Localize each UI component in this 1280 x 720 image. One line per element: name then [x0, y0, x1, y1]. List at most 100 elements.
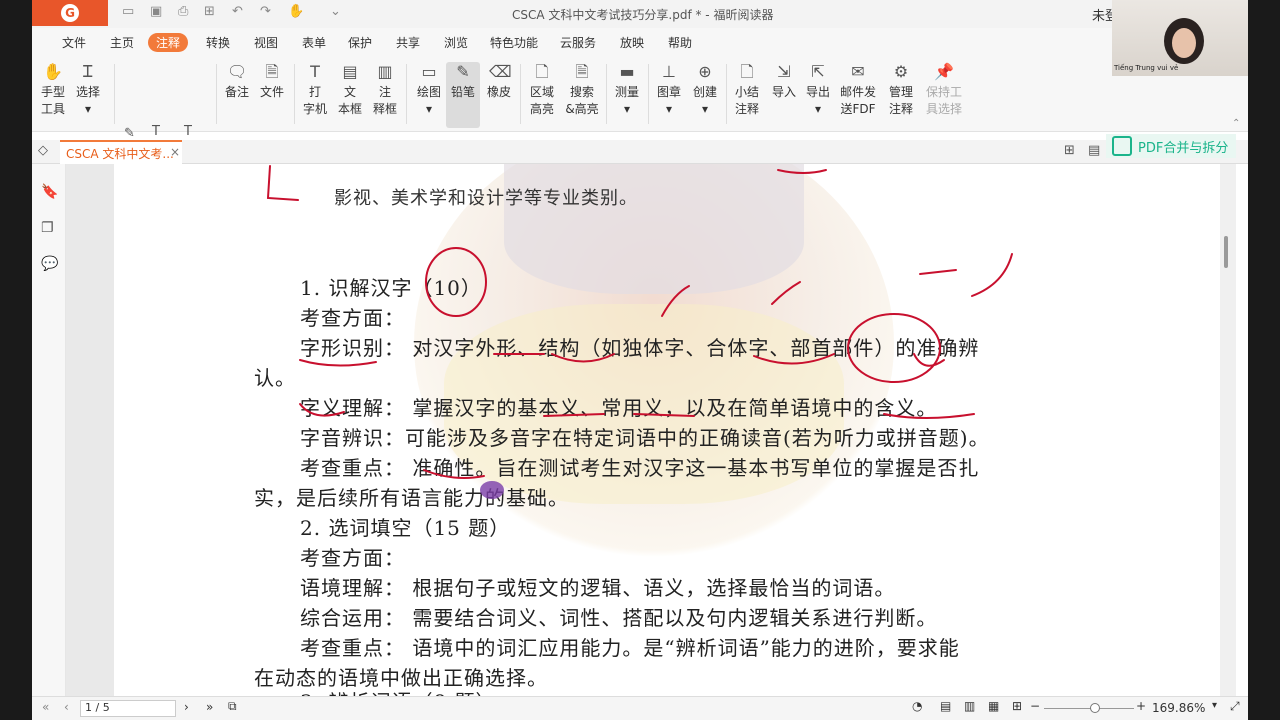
search-highlight-button[interactable]: 🗎 搜索 &高亮 [562, 62, 602, 118]
select-text-icon: Ꮖ [82, 62, 94, 81]
note-button[interactable]: 🗨 备注 [224, 62, 250, 101]
ruler-icon: ▬ [619, 62, 635, 81]
stamp-icon: ⊥ [662, 62, 676, 81]
pages-icon[interactable]: ❐ [41, 220, 57, 238]
tab-close-button[interactable]: × [170, 145, 180, 159]
last-page-icon[interactable]: » [206, 700, 213, 714]
ink-circle-10 [425, 247, 487, 317]
undo-icon[interactable]: ↶ [232, 4, 243, 19]
callout-button[interactable]: ▥ 注 释框 [370, 62, 400, 118]
zoom-slider-thumb[interactable] [1090, 703, 1100, 713]
hand-icon[interactable]: ✋ [288, 4, 304, 19]
zoom-dropdown-icon[interactable]: ▾ [1212, 700, 1217, 711]
page-number-field[interactable]: 1 / 5 [80, 700, 176, 717]
measure-button[interactable]: ▬ 测量 ▾ [612, 62, 642, 118]
search-highlight-label-1: 搜索 [569, 85, 594, 99]
thumbnail-icon[interactable]: ⊞ [1012, 699, 1022, 713]
area-highlight-label-2: 高亮 [529, 102, 554, 116]
continuous-page-icon[interactable]: ▥ [964, 699, 975, 713]
dropdown-icon: ▾ [814, 102, 822, 116]
menu-browse[interactable]: 浏览 [444, 34, 468, 51]
redo-icon[interactable]: ↷ [260, 4, 271, 19]
facing-page-icon[interactable]: ▦ [988, 699, 999, 713]
pencil-button[interactable]: ✎ 铅笔 [446, 62, 480, 128]
email-fdf-button[interactable]: ✉ 邮件发 送FDF [838, 62, 878, 118]
draw-label: 绘图 [416, 85, 441, 99]
menu-convert[interactable]: 转换 [206, 34, 230, 51]
comments-icon[interactable]: 💬 [41, 256, 58, 274]
tab-document[interactable]: CSCA 文科中文考... × [60, 140, 182, 164]
menu-help[interactable]: 帮助 [668, 34, 692, 51]
menu-view[interactable]: 视图 [254, 34, 278, 51]
select-tool-button[interactable]: Ꮖ 选择 ▾ [74, 62, 102, 118]
create-stamp-button[interactable]: ⊕ 创建 ▾ [690, 62, 720, 118]
zoom-in-icon[interactable]: + [1136, 699, 1146, 713]
stamp-button[interactable]: ⊥ 图章 ▾ [654, 62, 684, 118]
menu-form[interactable]: 表单 [302, 34, 326, 51]
import-icon: ⇲ [777, 62, 791, 81]
menu-features[interactable]: 特色功能 [490, 34, 538, 51]
app-logo[interactable]: G [32, 0, 108, 26]
fullscreen-icon[interactable]: ⤢ [1230, 699, 1240, 714]
page-view-icon[interactable]: ▤ [1088, 143, 1100, 158]
new-icon[interactable]: ⊞ [204, 4, 215, 19]
hand-tool-button[interactable]: ✋ 手型 工具 [40, 62, 66, 118]
draw-button[interactable]: ▭ 绘图 ▾ [414, 62, 444, 118]
prev-page-icon[interactable]: ‹ [64, 700, 69, 714]
menu-share[interactable]: 共享 [396, 34, 420, 51]
zoom-slider[interactable] [1044, 708, 1134, 709]
eraser-tab-icon[interactable]: ◇ [38, 143, 48, 158]
stamp-label: 图章 [656, 85, 681, 99]
textbox-button[interactable]: ▤ 文 本框 [336, 62, 364, 118]
scroll-thumb[interactable] [1224, 236, 1228, 268]
hand-icon: ✋ [43, 62, 63, 81]
zoom-level[interactable]: 169.86% [1152, 701, 1205, 715]
pdf-merge-split-button[interactable]: PDF合并与拆分 [1106, 134, 1236, 158]
webcam-overlay: Tiếng Trung vui vẻ [1112, 0, 1248, 76]
ink-blot [480, 481, 504, 499]
save-icon[interactable]: ▣ [150, 4, 162, 19]
customize-icon[interactable]: ⌄ [330, 4, 341, 19]
separator [294, 64, 295, 124]
export-button[interactable]: ⇱ 导出 ▾ [804, 62, 832, 118]
open-icon[interactable]: ▭ [122, 4, 134, 19]
callout-icon: ▥ [377, 62, 393, 81]
page-number: 1 / 5 [85, 701, 110, 714]
area-highlight-icon: 🗋 [535, 62, 549, 81]
import-label: 导入 [771, 85, 796, 99]
vertical-scrollbar[interactable] [1220, 164, 1236, 696]
keep-tool-button[interactable]: 📌 保持工 具选择 [924, 62, 964, 118]
import-button[interactable]: ⇲ 导入 [770, 62, 798, 101]
first-page-icon[interactable]: « [42, 700, 49, 714]
collapse-ribbon-icon[interactable]: ⌃ [1232, 118, 1240, 129]
menu-cloud[interactable]: 云服务 [560, 34, 596, 51]
menu-home[interactable]: 主页 [110, 34, 134, 51]
summary-icon: 🗋 [740, 62, 754, 81]
bookmark-icon[interactable]: 🔖 [41, 184, 58, 202]
menu-comment[interactable]: 注释 [148, 33, 189, 52]
eraser-button[interactable]: ⌫ 橡皮 [484, 62, 514, 101]
area-highlight-button[interactable]: 🗋 区域 高亮 [526, 62, 558, 118]
grid-view-icon[interactable]: ⊞ [1064, 143, 1075, 158]
menu-file[interactable]: 文件 [62, 34, 86, 51]
eraser-label: 橡皮 [486, 85, 511, 99]
document-viewer[interactable]: 影视、美术学和设计学等专业类别。 1. 识解汉字（10） 考查方面： 字形识别：… [66, 164, 1238, 696]
zoom-out-icon[interactable]: − [1030, 699, 1040, 713]
print-icon[interactable]: ⎙ [178, 4, 188, 19]
single-page-icon[interactable]: ▤ [940, 699, 951, 713]
menu-slideshow[interactable]: 放映 [620, 34, 644, 51]
highlight-icon[interactable]: ✎ [124, 126, 135, 141]
text-insert-icon[interactable]: T [184, 124, 192, 139]
typewriter-button[interactable]: T 打 字机 [302, 62, 328, 118]
ink-underline [543, 413, 605, 417]
menu-protect[interactable]: 保护 [348, 34, 372, 51]
summarize-button[interactable]: 🗋 小结 注释 [732, 62, 762, 118]
copy-icon[interactable]: ⧉ [228, 699, 237, 714]
ink-underline [883, 413, 975, 419]
file-attach-button[interactable]: 🗎 文件 [258, 62, 286, 101]
rectangle-icon: ▭ [421, 62, 437, 81]
text-icon[interactable]: T [152, 124, 160, 139]
next-page-icon[interactable]: › [184, 700, 189, 714]
manage-comments-button[interactable]: ⚙ 管理 注释 [884, 62, 918, 118]
reading-mode-icon[interactable]: ◔ [912, 699, 922, 713]
